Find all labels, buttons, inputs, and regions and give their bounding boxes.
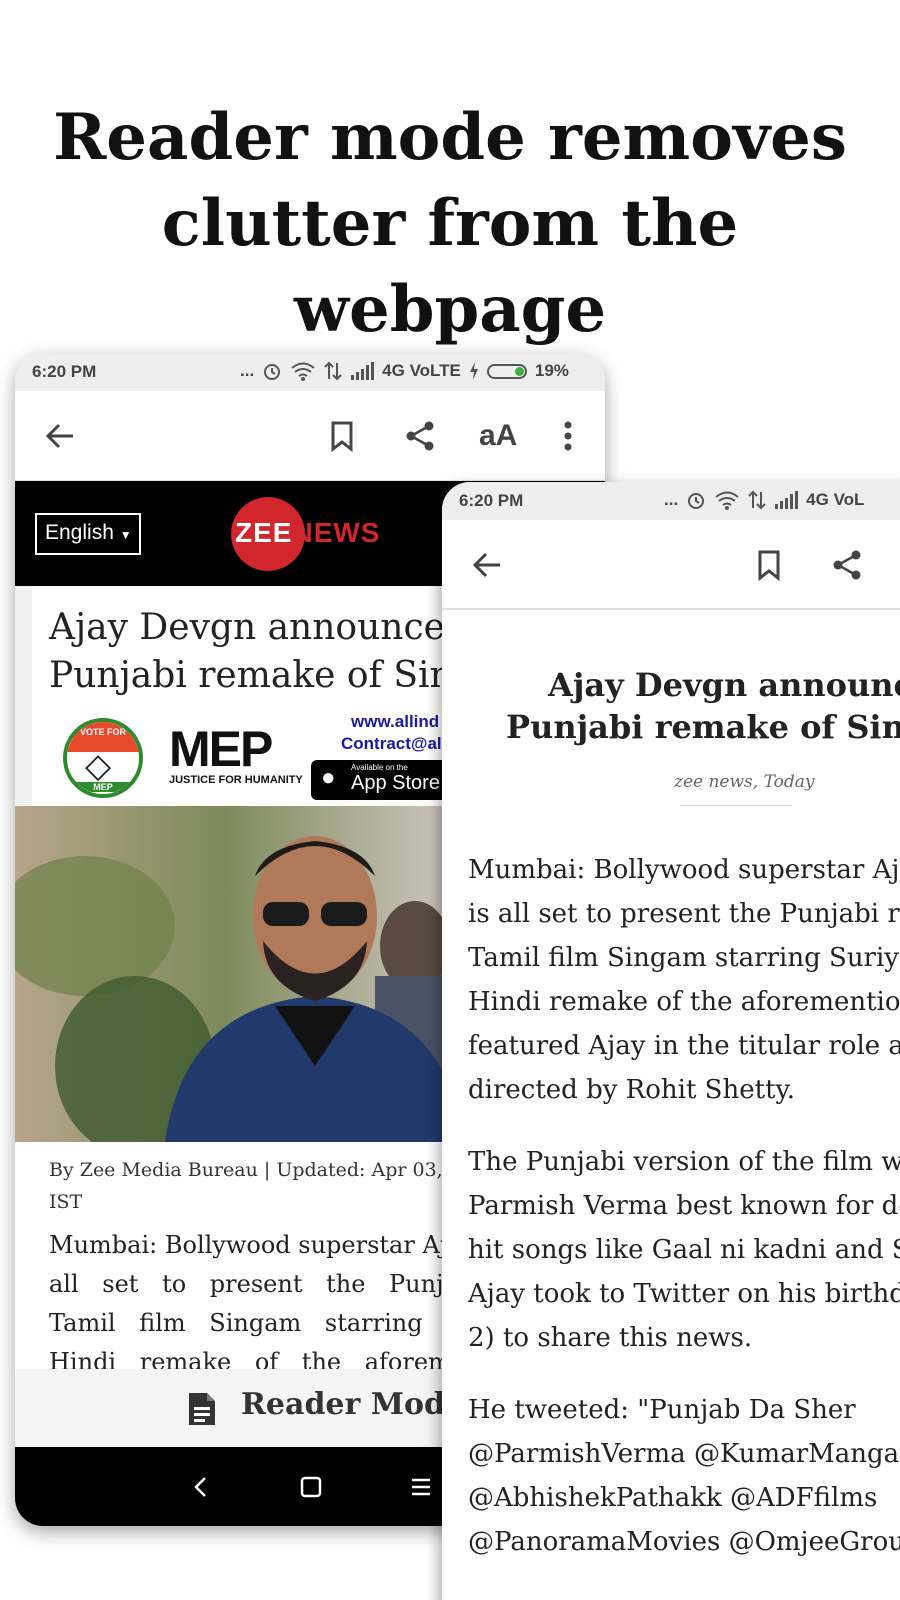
share-icon[interactable] (830, 548, 864, 582)
vote-for-label: VOTE FOR (79, 727, 126, 737)
browser-toolbar (442, 520, 900, 610)
diamond-icon: ◇ (85, 746, 112, 786)
browser-toolbar: aA (15, 391, 605, 481)
reader-paragraph: He tweeted: "Punjab Da Sher @ParmishVerm… (468, 1388, 900, 1564)
nav-home-icon[interactable] (297, 1473, 325, 1501)
reader-line: directed by Rohit Shetty. (468, 1075, 796, 1105)
reader-title-line1: Ajay Devgn announc (548, 666, 900, 704)
reader-line: The Punjabi version of the film wi (468, 1147, 900, 1177)
appstore-big-text: App Store (351, 772, 440, 794)
alarm-icon (688, 493, 705, 509)
reader-line: Mumbai: Bollywood superstar Aja (468, 855, 900, 885)
zee-news-logo[interactable]: ZEENEWS (231, 497, 401, 571)
reader-title-line2: Punjabi remake of Sing (506, 708, 900, 746)
reader-article-title: Ajay Devgn announc Punjabi remake of Sin… (506, 664, 900, 748)
network-type: 4G VoLTE (382, 361, 461, 380)
reader-line: Hindi remake of the aforementior (468, 987, 900, 1017)
divider (680, 805, 792, 806)
status-bar: 6:20 PM ... 4G VoLTE 19% (15, 353, 605, 391)
back-arrow-icon[interactable] (470, 548, 504, 582)
alarm-icon (264, 364, 281, 380)
share-icon[interactable] (403, 419, 437, 453)
promo-headline: Reader mode removes clutter from the web… (0, 95, 900, 353)
reader-mode-label: Reader Mode (241, 1387, 465, 1422)
promo-headline-line1: Reader mode removes (53, 100, 847, 175)
text-size-button[interactable]: aA (479, 419, 517, 453)
wifi-icon (291, 362, 315, 381)
reader-paragraph: The Punjabi version of the film wi Parmi… (468, 1140, 900, 1360)
nav-back-icon[interactable] (187, 1473, 215, 1501)
appstore-small-text: Available on the (351, 763, 408, 772)
reader-line: @AbhishekPathakk @ADFfilms (468, 1483, 878, 1513)
reader-line: hit songs like Gaal ni kadni and Sh (468, 1235, 900, 1265)
badge-mep-label: MEP (67, 782, 139, 792)
data-transfer-icon (748, 490, 766, 510)
reader-line: He tweeted: "Punjab Da Sher (468, 1395, 856, 1425)
status-bar: 6:20 PM ... 4G VoL (442, 482, 900, 520)
data-transfer-icon (324, 361, 342, 381)
document-icon (189, 1393, 215, 1425)
vote-badge: VOTE FOR ◇ MEP (63, 718, 143, 798)
battery-icon (486, 363, 527, 379)
status-time: 6:20 PM (459, 491, 524, 510)
reader-line: Tamil film Singam starring Suriya (468, 943, 900, 973)
apple-icon: ● (321, 764, 336, 791)
reader-line: @ParmishVerma @KumarMangat (468, 1439, 900, 1469)
reader-line: @PanoramaMovies @OmjeeGrou (468, 1527, 900, 1557)
language-value: English (45, 521, 114, 544)
logo-news-text: NEWS (292, 517, 381, 548)
bookmark-icon[interactable] (325, 419, 359, 453)
nav-menu-icon[interactable] (407, 1473, 435, 1501)
ad-email: Contract@al (341, 734, 442, 753)
notification-dots-icon: ... (240, 361, 255, 380)
reader-paragraph: Mumbai: Bollywood superstar Aja is all s… (468, 848, 900, 1112)
reader-line: 2) to share this news. (468, 1323, 753, 1353)
reader-line: featured Ajay in the titular role ar (468, 1031, 900, 1061)
phone-reader-view: 6:20 PM ... 4G VoL Ajay Devgn announc Pu… (442, 482, 900, 1600)
reader-line: Parmish Verma best known for de (468, 1191, 900, 1221)
promo-headline-line2: clutter from the webpage (161, 186, 739, 347)
signal-icon (351, 362, 375, 380)
reader-article-body: Mumbai: Bollywood superstar Aja is all s… (468, 848, 900, 1592)
reader-line: Ajay took to Twitter on his birthda (468, 1279, 900, 1309)
charging-icon (469, 362, 478, 380)
reader-source: zee news, Today (674, 772, 815, 792)
bookmark-icon[interactable] (752, 548, 786, 582)
reader-line: is all set to present the Punjabi re (468, 899, 900, 929)
article-margin (15, 586, 32, 806)
signal-icon (775, 491, 799, 509)
ad-url: www.allind (351, 712, 440, 731)
back-arrow-icon[interactable] (43, 419, 77, 453)
status-icons: ... 4G VoL (664, 490, 864, 510)
mep-logo-text: MEP (169, 721, 273, 777)
status-time: 6:20 PM (32, 362, 97, 381)
language-select[interactable]: English ▼ (35, 513, 141, 555)
notification-dots-icon: ... (664, 490, 679, 509)
network-type: 4G VoL (806, 490, 865, 509)
status-icons: ... 4G VoLTE 19% (240, 361, 569, 381)
more-options-icon[interactable] (551, 419, 585, 453)
battery-percent: 19% (534, 361, 569, 380)
logo-zee-text: ZEE (235, 517, 293, 548)
chevron-down-icon: ▼ (119, 528, 132, 542)
mep-tagline: JUSTICE FOR HUMANITY (169, 774, 303, 786)
wifi-icon (715, 491, 739, 510)
